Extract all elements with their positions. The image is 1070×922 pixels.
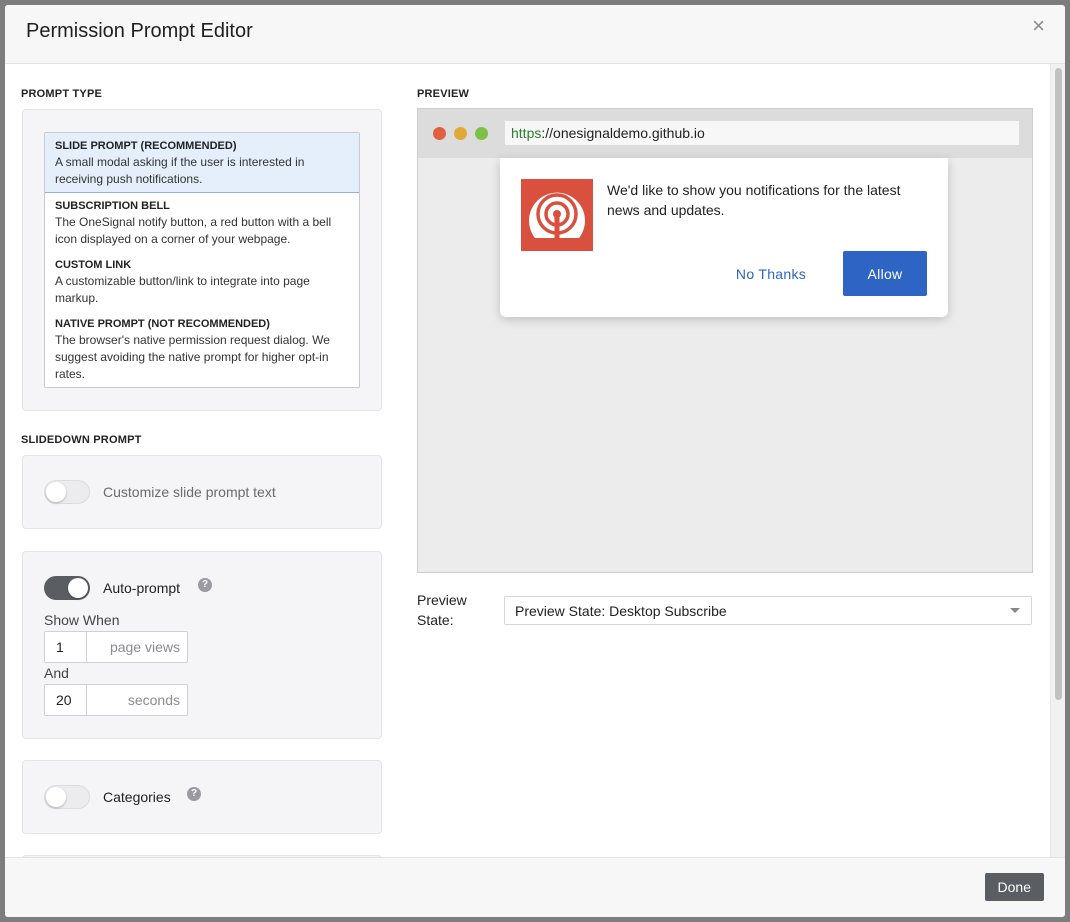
close-dot-icon [433, 127, 446, 140]
page-views-input[interactable] [45, 632, 87, 662]
dialog-body: PROMPT TYPE SLIDE PROMPT (RECOMMENDED) A… [5, 64, 1065, 857]
prompt-option-subscription-bell[interactable]: SUBSCRIPTION BELL The OneSignal notify b… [45, 193, 359, 252]
permission-prompt-editor-dialog: Permission Prompt Editor × PROMPT TYPE S… [5, 5, 1065, 917]
done-button[interactable]: Done [984, 873, 1044, 901]
no-thanks-button[interactable]: No Thanks [724, 251, 818, 296]
allow-button[interactable]: Allow [843, 251, 927, 296]
customize-text-card: Customize slide prompt text [22, 455, 382, 529]
prompt-option-slide[interactable]: SLIDE PROMPT (RECOMMENDED) A small modal… [45, 133, 359, 193]
option-description: A small modal asking if the user is inte… [55, 155, 305, 186]
page-views-unit: page views [109, 639, 180, 655]
maximize-dot-icon [475, 127, 488, 140]
auto-prompt-card: Auto-prompt ? Show When page views And s… [22, 551, 382, 739]
and-label: And [44, 665, 69, 681]
slidedown-message: We'd like to show you notifications for … [607, 182, 901, 218]
categories-toggle[interactable] [44, 785, 90, 809]
option-title: SLIDE PROMPT (RECOMMENDED) [55, 140, 237, 152]
toggle-knob [46, 482, 66, 502]
option-title: CUSTOM LINK [55, 259, 132, 271]
categories-help-icon[interactable]: ? [187, 787, 201, 801]
preview-state-label-line1: Preview [417, 592, 467, 608]
dialog-header: Permission Prompt Editor × [5, 5, 1065, 64]
seconds-unit: seconds [127, 692, 180, 708]
prompt-type-card: SLIDE PROMPT (RECOMMENDED) A small modal… [22, 109, 382, 411]
categories-card: Categories ? [22, 760, 382, 834]
prompt-type-label: PROMPT TYPE [21, 88, 103, 100]
page-views-field: page views [44, 631, 188, 663]
onesignal-broadcast-icon [521, 179, 593, 251]
slidedown-prompt-preview: We'd like to show you notifications for … [500, 158, 948, 317]
preview-state-select[interactable]: Preview State: Desktop Subscribe [504, 596, 1032, 625]
option-description: The browser's native permission request … [55, 333, 330, 381]
auto-prompt-label: Auto-prompt [103, 580, 181, 596]
seconds-input[interactable] [45, 685, 87, 715]
address-bar: https://onesignaldemo.github.io [505, 121, 1019, 145]
auto-prompt-toggle[interactable] [44, 576, 90, 600]
url-host: ://onesignaldemo.github.io [541, 125, 705, 141]
option-title: SUBSCRIPTION BELL [55, 200, 170, 212]
close-icon[interactable]: × [1032, 15, 1045, 37]
scrollbar-thumb[interactable] [1055, 68, 1062, 700]
option-title: NATIVE PROMPT (NOT RECOMMENDED) [55, 318, 270, 330]
dialog-title: Permission Prompt Editor [26, 20, 253, 42]
customize-text-toggle[interactable] [44, 480, 90, 504]
slidedown-prompt-label: SLIDEDOWN PROMPT [21, 434, 142, 446]
categories-label: Categories [103, 789, 171, 805]
browser-toolbar: https://onesignaldemo.github.io [418, 109, 1032, 158]
minimize-dot-icon [454, 127, 467, 140]
prompt-option-custom-link[interactable]: CUSTOM LINK A customizable button/link t… [45, 252, 359, 311]
url-scheme: https [511, 125, 542, 141]
preview-state-value: Preview State: Desktop Subscribe [515, 603, 727, 619]
customize-text-label: Customize slide prompt text [103, 484, 276, 500]
toggle-knob [68, 578, 88, 598]
seconds-field: seconds [44, 684, 188, 716]
option-description: The OneSignal notify button, a red butto… [55, 215, 332, 246]
prompt-type-list[interactable]: SLIDE PROMPT (RECOMMENDED) A small modal… [44, 132, 360, 388]
preview-state-label: Preview State: [417, 590, 467, 630]
browser-preview: https://onesignaldemo.github.io We'd lik… [417, 108, 1033, 573]
toggle-knob [46, 787, 66, 807]
chevron-down-icon [1010, 608, 1020, 613]
preview-state-label-line2: State: [417, 612, 454, 628]
option-description: A customizable button/link to integrate … [55, 274, 310, 305]
scrollbar[interactable] [1050, 64, 1065, 857]
preview-label: PREVIEW [417, 88, 470, 100]
auto-prompt-help-icon[interactable]: ? [198, 578, 212, 592]
prompt-option-native[interactable]: NATIVE PROMPT (NOT RECOMMENDED) The brow… [45, 311, 359, 387]
dialog-footer: Done [5, 857, 1065, 917]
show-when-label: Show When [44, 612, 120, 628]
